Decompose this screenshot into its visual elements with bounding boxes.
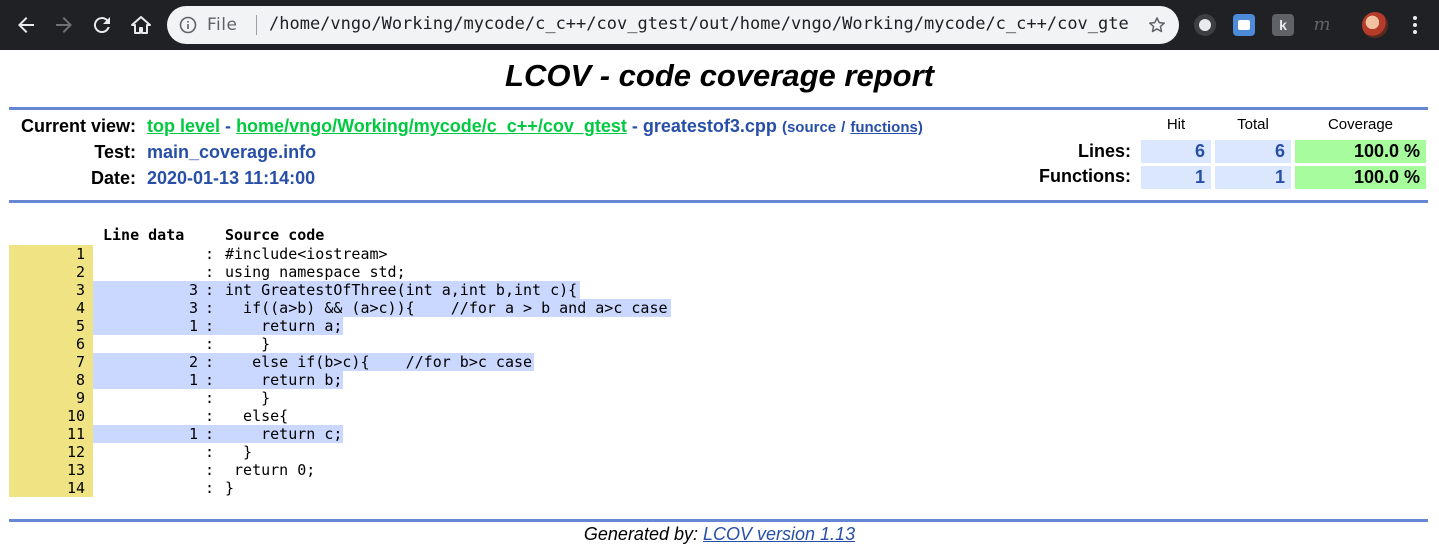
line-separator: : bbox=[205, 407, 215, 425]
hit-column-header: Hit bbox=[1166, 116, 1186, 133]
code-text: #include<iostream> bbox=[225, 245, 388, 263]
functions-coverage-value: 100.0 % bbox=[1295, 166, 1426, 189]
lines-total-value: 6 bbox=[1215, 140, 1291, 163]
reload-icon[interactable] bbox=[90, 13, 114, 37]
extension-k-icon[interactable]: k bbox=[1272, 14, 1294, 36]
code-text: using namespace std; bbox=[225, 263, 406, 281]
line-separator: : bbox=[205, 443, 215, 461]
test-label: Test: bbox=[94, 142, 136, 162]
line-number: 4 bbox=[9, 299, 93, 317]
page-title: LCOV - code coverage report bbox=[505, 58, 934, 93]
hit-count: 1 bbox=[188, 425, 198, 443]
hit-count: 3 bbox=[188, 281, 198, 299]
lines-label: Lines: bbox=[1077, 141, 1131, 161]
code-text: else if(b>c){ //for b>c case bbox=[225, 353, 533, 371]
line-separator: : bbox=[205, 281, 215, 299]
line-number: 2 bbox=[9, 263, 93, 281]
code-text: } bbox=[225, 443, 253, 461]
header-rule-bottom bbox=[9, 200, 1428, 203]
line-number: 6 bbox=[9, 335, 93, 353]
line-separator: : bbox=[205, 389, 215, 407]
footer: Generated by: LCOV version 1.13 bbox=[0, 524, 1439, 545]
code-text: } bbox=[225, 335, 271, 353]
code-text: } bbox=[225, 389, 271, 407]
hit-count: 1 bbox=[188, 371, 198, 389]
functions-link[interactable]: functions) bbox=[850, 119, 923, 136]
line-number: 3 bbox=[9, 281, 93, 299]
hit-count: 1 bbox=[188, 317, 198, 335]
lines-coverage-value: 100.0 % bbox=[1295, 140, 1426, 163]
coverage-column-header: Coverage bbox=[1327, 116, 1394, 133]
extension-m-icon[interactable]: m bbox=[1311, 14, 1333, 36]
line-separator: : bbox=[205, 479, 215, 497]
hit-count: 3 bbox=[188, 299, 198, 317]
line-separator: : bbox=[205, 425, 215, 443]
source-label: (source bbox=[781, 119, 837, 136]
functions-hit-value: 1 bbox=[1141, 166, 1211, 189]
generated-by-label: Generated by: bbox=[583, 524, 698, 544]
url-text[interactable]: /home/vngo/Working/mycode/c_c++/cov_gtes… bbox=[269, 14, 1129, 34]
browser-toolbar: File /home/vngo/Working/mycode/c_c++/cov… bbox=[0, 0, 1439, 50]
code-text: } bbox=[225, 479, 235, 497]
line-data-header: Line data bbox=[103, 226, 185, 244]
breadcrumb-directory-link[interactable]: home/vngo/Working/mycode/c_c++/cov_gtest bbox=[236, 116, 627, 136]
breadcrumb-top-level-link[interactable]: top level bbox=[147, 116, 220, 136]
breadcrumb: top level - home/vngo/Working/mycode/c_c… bbox=[147, 116, 923, 137]
line-separator: : bbox=[205, 353, 215, 371]
kebab-menu-icon[interactable] bbox=[1405, 14, 1425, 36]
line-separator: : bbox=[205, 371, 215, 389]
line-number: 13 bbox=[9, 461, 93, 479]
bookmark-star-icon[interactable] bbox=[1147, 15, 1167, 35]
line-number: 9 bbox=[9, 389, 93, 407]
file-scheme-label: File bbox=[207, 15, 238, 35]
hit-count: 2 bbox=[188, 353, 198, 371]
code-text: int GreatestOfThree(int a,int b,int c){ bbox=[225, 281, 578, 299]
url-separator bbox=[256, 15, 257, 35]
lcov-version-link[interactable]: LCOV version 1.13 bbox=[703, 524, 855, 544]
view-separator: / bbox=[841, 119, 846, 136]
breadcrumb-separator: - bbox=[631, 116, 638, 136]
breadcrumb-separator: - bbox=[225, 116, 232, 136]
line-number: 12 bbox=[9, 443, 93, 461]
lines-hit-value: 6 bbox=[1141, 140, 1211, 163]
line-number: 5 bbox=[9, 317, 93, 335]
line-number: 14 bbox=[9, 479, 93, 497]
home-icon[interactable] bbox=[129, 13, 153, 37]
code-text: return c; bbox=[225, 425, 343, 443]
line-separator: : bbox=[205, 263, 215, 281]
footer-rule bbox=[9, 519, 1428, 522]
back-arrow-icon[interactable] bbox=[14, 13, 38, 37]
functions-total-value: 1 bbox=[1215, 166, 1291, 189]
code-text: return a; bbox=[225, 317, 343, 335]
line-separator: : bbox=[205, 245, 215, 263]
breadcrumb-current-file: greatestof3.cpp bbox=[642, 116, 777, 136]
header-rule-top bbox=[9, 107, 1428, 110]
test-value: main_coverage.info bbox=[147, 142, 317, 162]
line-number: 1 bbox=[9, 245, 93, 263]
code-text: else{ bbox=[225, 407, 289, 425]
info-icon[interactable] bbox=[179, 16, 197, 34]
date-label: Date: bbox=[90, 168, 136, 188]
address-bar[interactable]: File /home/vngo/Working/mycode/c_c++/cov… bbox=[167, 6, 1179, 44]
code-text: if((a>b) && (a>c)){ //for a > b and a>c … bbox=[225, 299, 668, 317]
extension-record-icon[interactable] bbox=[1194, 14, 1216, 36]
line-separator: : bbox=[205, 335, 215, 353]
forward-arrow-icon[interactable] bbox=[52, 13, 76, 37]
source-code-header: Source code bbox=[225, 226, 325, 244]
line-number: 8 bbox=[9, 371, 93, 389]
code-text: return 0; bbox=[225, 461, 316, 479]
line-separator: : bbox=[205, 461, 215, 479]
date-value: 2020-01-13 11:14:00 bbox=[147, 168, 316, 188]
total-column-header: Total bbox=[1237, 116, 1269, 133]
functions-label: Functions: bbox=[1039, 166, 1131, 186]
line-number: 7 bbox=[9, 353, 93, 371]
profile-avatar[interactable] bbox=[1362, 12, 1388, 38]
line-number: 11 bbox=[9, 425, 93, 443]
current-view-label: Current view: bbox=[20, 116, 136, 136]
line-separator: : bbox=[205, 299, 215, 317]
code-text: return b; bbox=[225, 371, 343, 389]
line-number: 10 bbox=[9, 407, 93, 425]
extension-reader-icon[interactable] bbox=[1233, 14, 1255, 36]
line-separator: : bbox=[205, 317, 215, 335]
